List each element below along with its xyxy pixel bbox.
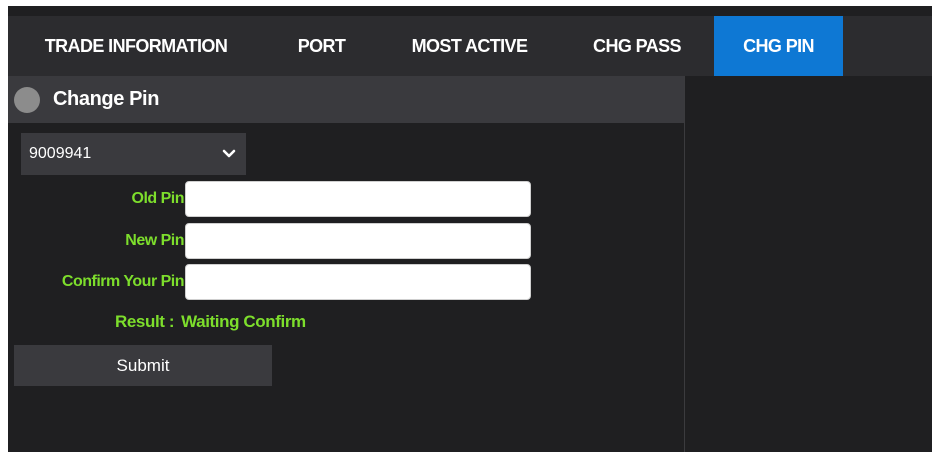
tab-port[interactable]: PORT <box>264 16 379 76</box>
tab-chg-pass[interactable]: CHG PASS <box>560 16 714 76</box>
chevron-down-icon <box>222 149 236 159</box>
confirm-pin-label: Confirm Your Pin <box>61 273 185 290</box>
app-frame: TRADE INFORMATION PORT MOST ACTIVE CHG P… <box>8 6 932 452</box>
tab-trade-information[interactable]: TRADE INFORMATION <box>8 16 264 76</box>
result-label: Result : <box>115 312 175 331</box>
old-pin-input[interactable] <box>185 181 531 217</box>
new-pin-input[interactable] <box>185 223 531 259</box>
panel-title: Change Pin <box>53 88 160 110</box>
submit-button[interactable]: Submit <box>14 345 272 386</box>
panel-divider <box>684 76 685 452</box>
result-value: Waiting Confirm <box>181 312 306 331</box>
tab-chg-pin[interactable]: CHG PIN <box>714 16 843 76</box>
account-select-value: 9009941 <box>29 145 92 162</box>
circle-icon <box>14 86 40 113</box>
new-pin-label: New Pin <box>125 232 184 249</box>
result-row: Result : Waiting Confirm <box>115 309 306 335</box>
account-select[interactable]: 9009941 <box>21 133 246 175</box>
confirm-pin-input[interactable] <box>185 264 531 300</box>
tab-most-active[interactable]: MOST ACTIVE <box>379 16 560 76</box>
panel-header: Change Pin <box>8 76 684 123</box>
tab-bar: TRADE INFORMATION PORT MOST ACTIVE CHG P… <box>8 16 932 76</box>
old-pin-label: Old Pin <box>131 190 185 207</box>
